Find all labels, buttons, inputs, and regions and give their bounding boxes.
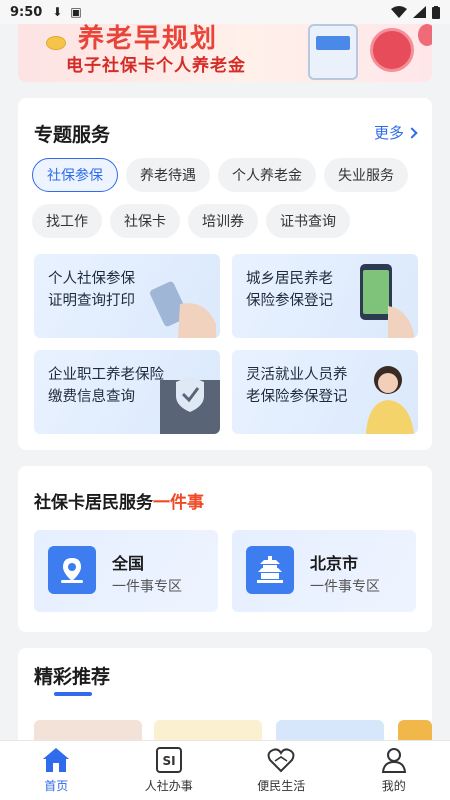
beijing-zone-tile[interactable]: 北京市 一件事专区	[232, 530, 416, 612]
chip-pension-benefits[interactable]: 养老待遇	[126, 158, 210, 192]
chip-training-voucher[interactable]: 培训券	[188, 204, 258, 238]
nav-label: 便民生活	[257, 779, 306, 793]
tile-sub: 一件事专区	[112, 579, 182, 595]
tile-sub: 一件事专区	[310, 579, 380, 595]
wifi-icon	[391, 6, 407, 18]
promo-banner[interactable]: 养老早规划 电子社保卡个人养老金	[18, 24, 432, 82]
nav-label: 我的	[381, 779, 406, 793]
badge-illustration	[370, 28, 414, 72]
nav-convenience[interactable]: 便民生活	[225, 741, 338, 800]
banner-subtitle: 电子社保卡个人养老金	[66, 56, 246, 76]
balloon-illustration	[418, 24, 432, 46]
coin-icon	[46, 36, 66, 50]
phone-illustration	[308, 24, 358, 80]
bottom-nav: 首页 SI 人社办事 便民生活 我的	[0, 740, 450, 800]
special-services-card: 专题服务 更多 社保参保 养老待遇 个人养老金 失业服务 找工作 社保卡 培训券…	[18, 98, 432, 450]
section-title: 专题服务	[34, 124, 111, 146]
status-bar: 9:50 ⬇ ▣	[0, 0, 450, 24]
signal-icon	[413, 6, 426, 18]
chip-personal-pension[interactable]: 个人养老金	[218, 158, 316, 192]
tile-line1: 个人社保参保	[48, 271, 135, 287]
tile-flexible-employment[interactable]: 灵活就业人员养 老保险参保登记	[232, 350, 418, 434]
tile-line2: 保险参保登记	[246, 293, 333, 309]
chip-social-card[interactable]: 社保卡	[110, 204, 180, 238]
heart-hands-icon	[267, 748, 295, 773]
one-thing-card: 社保卡居民服务一件事 全国 一件事专区 北京市 一件事专区	[18, 466, 432, 632]
battery-icon	[432, 5, 440, 19]
title-underline	[54, 692, 92, 696]
home-icon	[43, 748, 70, 772]
hand-phone-icon	[150, 281, 216, 338]
nav-label: 人社办事	[144, 779, 193, 793]
phone-app-icon	[360, 264, 414, 338]
more-label: 更多	[373, 124, 404, 142]
person-phone-icon	[366, 366, 414, 434]
nav-label: 首页	[44, 779, 69, 793]
recommend-card: 精彩推荐	[18, 648, 432, 748]
temple-icon	[246, 546, 294, 594]
section-title: 社保卡居民服务一件事	[34, 488, 204, 513]
service-chips: 社保参保 养老待遇 个人养老金 失业服务 找工作 社保卡 培训券 证书查询	[32, 158, 422, 250]
title-prefix: 社保卡居民服务	[34, 493, 153, 513]
title-highlight: 一件事	[153, 493, 204, 513]
chevron-right-icon	[406, 126, 418, 139]
user-icon	[381, 748, 406, 773]
chip-find-job[interactable]: 找工作	[32, 204, 102, 238]
nav-hr-services[interactable]: SI 人社办事	[113, 741, 226, 800]
tile-name: 全国	[112, 554, 145, 573]
shield-check-icon	[160, 376, 220, 434]
tile-line2: 证明查询打印	[48, 293, 135, 309]
si-icon: SI	[155, 747, 182, 773]
nav-mine[interactable]: 我的	[338, 741, 450, 800]
app-notification-icon: ▣	[70, 5, 82, 19]
national-zone-tile[interactable]: 全国 一件事专区	[34, 530, 218, 612]
tile-insurance-proof[interactable]: 个人社保参保 证明查询打印	[34, 254, 220, 338]
tile-line1: 灵活就业人员养	[246, 367, 348, 383]
tile-name: 北京市	[310, 554, 359, 573]
chip-social-insurance[interactable]: 社保参保	[32, 158, 118, 192]
tile-line2: 缴费信息查询	[48, 389, 135, 405]
download-icon: ⬇	[52, 5, 63, 19]
nav-home[interactable]: 首页	[0, 741, 113, 800]
section-title: 精彩推荐	[34, 666, 111, 688]
chip-unemployment[interactable]: 失业服务	[324, 158, 408, 192]
map-pin-icon	[48, 546, 96, 594]
svg-text:SI: SI	[162, 754, 175, 768]
tile-line2: 老保险参保登记	[246, 389, 348, 405]
tile-urban-rural-pension[interactable]: 城乡居民养老 保险参保登记	[232, 254, 418, 338]
more-link[interactable]: 更多	[373, 122, 418, 143]
tile-line1: 企业职工养老保险	[48, 367, 164, 383]
tile-enterprise-pension[interactable]: 企业职工养老保险 缴费信息查询	[34, 350, 220, 434]
chip-certificate-query[interactable]: 证书查询	[266, 204, 350, 238]
tile-line1: 城乡居民养老	[246, 271, 333, 287]
status-time: 9:50	[10, 4, 43, 20]
